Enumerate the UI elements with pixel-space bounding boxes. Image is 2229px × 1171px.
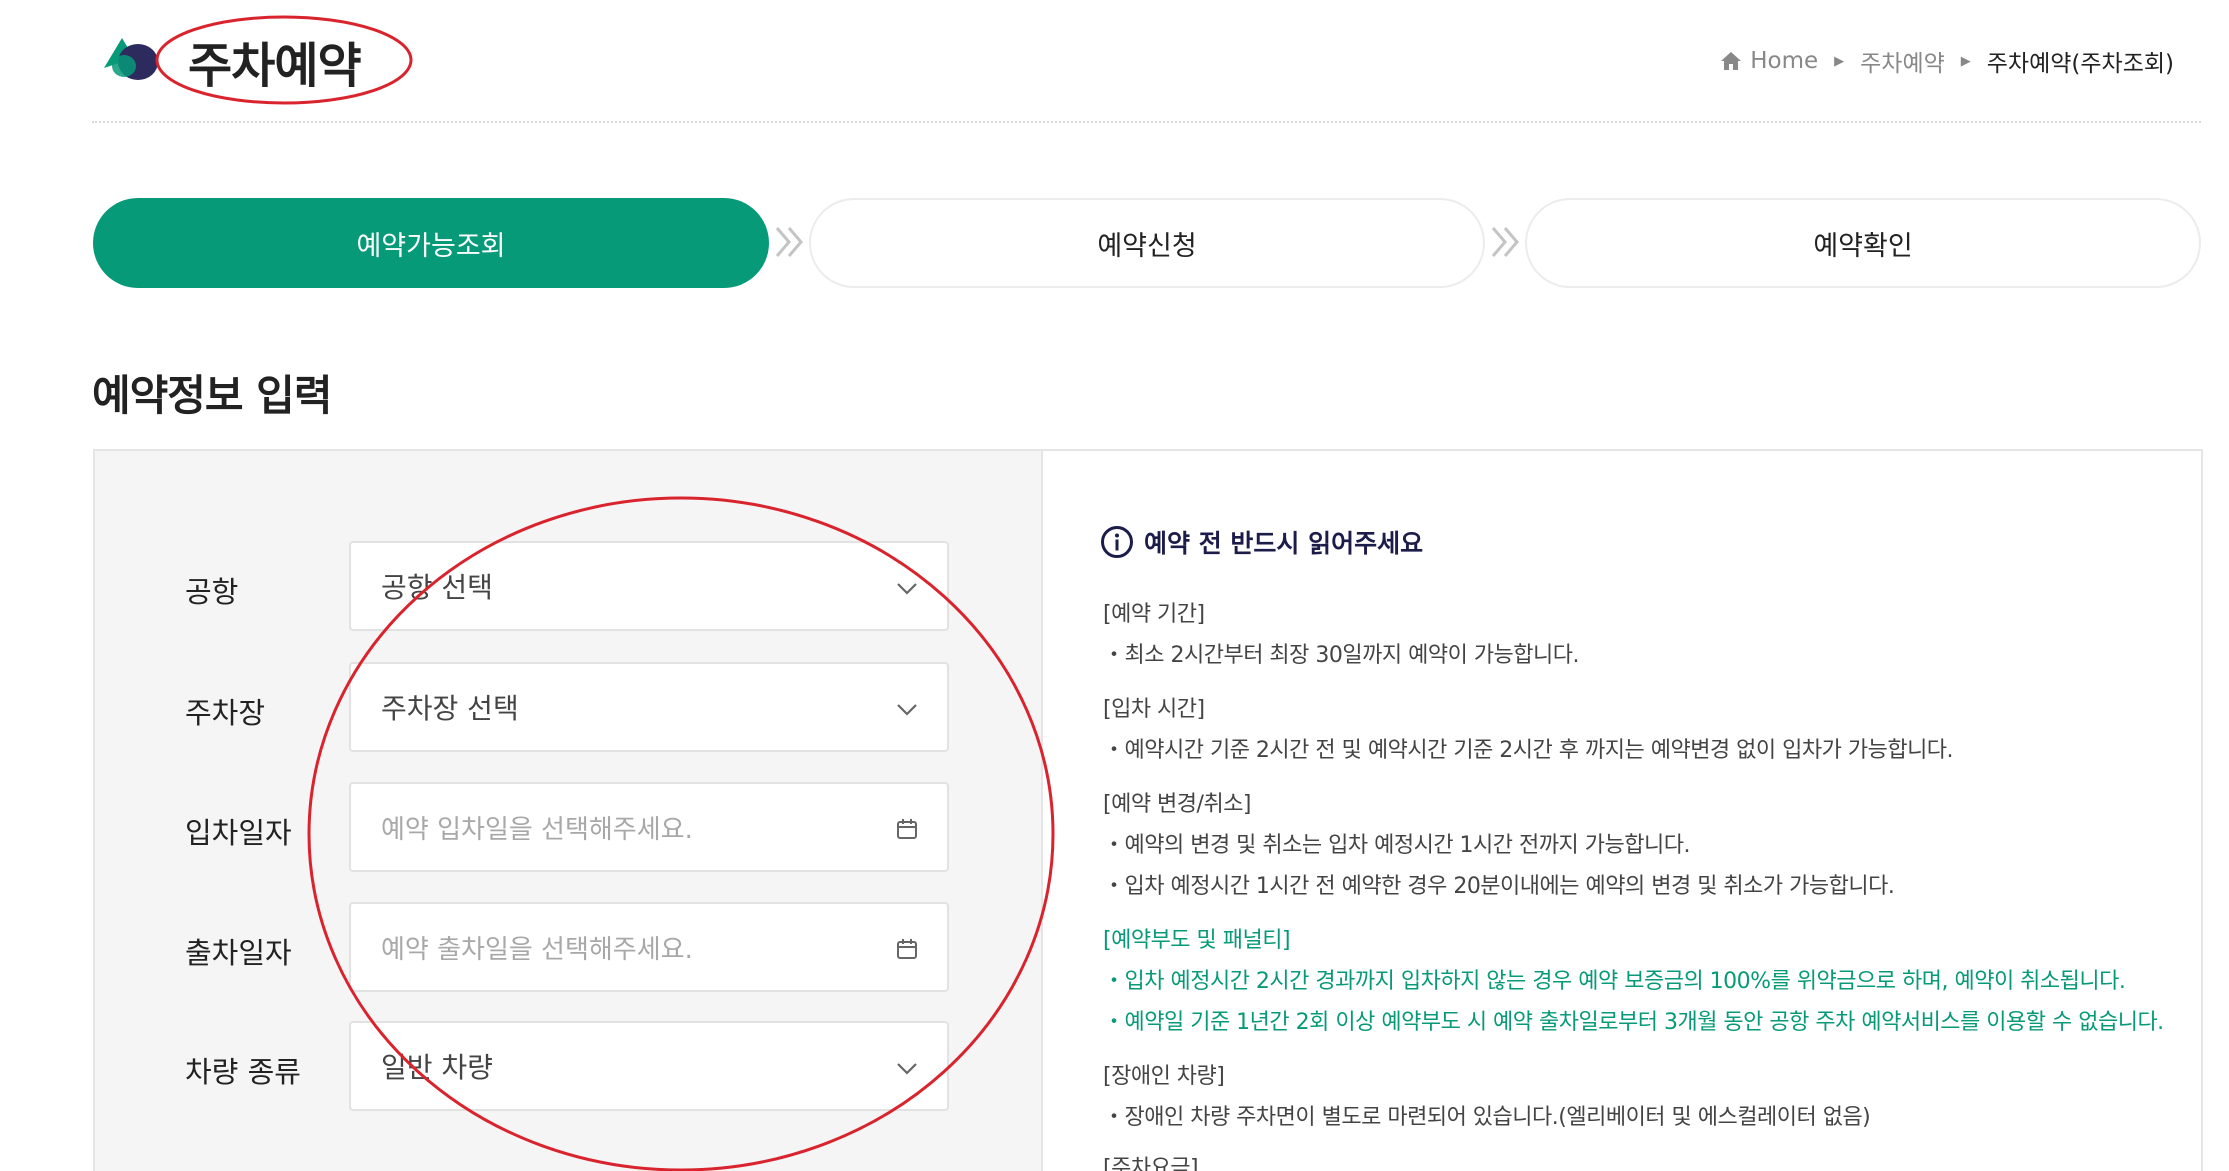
entry-date-placeholder: 예약 입차일을 선택해주세요. (381, 814, 693, 845)
breadcrumb-parking-link[interactable]: 주차예약 (1860, 44, 1945, 78)
breadcrumb: Home ▶ 주차예약 ▶ 주차예약(주차조회) (1720, 44, 2174, 78)
vehicle-type-select-value: 일반 차량 (381, 1051, 493, 1084)
breadcrumb-current: 주차예약(주차조회) (1986, 51, 2174, 77)
vehicle-type-select[interactable]: 일반 차량 (349, 1021, 949, 1111)
header-divider (92, 121, 2201, 123)
step-confirm[interactable]: 예약확인 (1525, 198, 2201, 288)
airport-label: 공항 (185, 575, 239, 609)
notice-item-penalty: ・예약일 기준 1년간 2회 이상 예약부도 시 예약 출차일로부터 3개월 동… (1103, 1010, 2164, 1035)
chevron-down-icon (897, 1063, 917, 1075)
logo-icon (104, 38, 158, 80)
parking-select-value: 주차장 선택 (381, 692, 519, 725)
airport-select-value: 공항 선택 (381, 571, 493, 604)
breadcrumb-separator-icon: ▶ (1834, 53, 1845, 69)
form-row-entry-date: 입차일자 예약 입차일을 선택해주세요. (93, 782, 953, 872)
page-title: 주차예약 (188, 38, 362, 94)
step-apply[interactable]: 예약신청 (809, 198, 1485, 288)
notice-item-penalty: ・입차 예정시간 2시간 경과까지 입차하지 않는 경우 예약 보증금의 100… (1103, 969, 2126, 994)
notice-heading-disabled: [장애인 차량] (1103, 1064, 1225, 1089)
notice-heading-period: [예약 기간] (1103, 602, 1205, 627)
notice-heading-entry-time: [입차 시간] (1103, 697, 1205, 722)
exit-date-placeholder: 예약 출차일을 선택해주세요. (381, 934, 693, 965)
page: 주차예약 Home ▶ 주차예약 ▶ 주차예약(주차조회) 예약가능조회 예약신… (0, 0, 2229, 1171)
entry-date-input[interactable]: 예약 입차일을 선택해주세요. (349, 782, 949, 872)
notice-item: ・장애인 차량 주차면이 별도로 마련되어 있습니다.(엘리베이터 및 에스컬레… (1103, 1105, 1871, 1130)
section-title: 예약정보 입력 (92, 371, 332, 420)
entry-date-label: 입차일자 (185, 816, 292, 850)
home-icon[interactable] (1720, 51, 1742, 71)
double-chevron-icon (1491, 227, 1519, 257)
breadcrumb-separator-icon: ▶ (1960, 53, 1971, 69)
info-icon (1101, 526, 1133, 558)
form-row-exit-date: 출차일자 예약 출차일을 선택해주세요. (93, 902, 953, 992)
step-availability[interactable]: 예약가능조회 (93, 198, 769, 288)
notice-title-text: 예약 전 반드시 읽어주세요 (1144, 529, 1424, 558)
calendar-icon[interactable] (895, 937, 919, 961)
notice-heading-fee: [주차요금] (1103, 1156, 1199, 1171)
notice-title: 예약 전 반드시 읽어주세요 (1100, 524, 1423, 560)
chevron-down-icon (897, 583, 917, 595)
exit-date-label: 출차일자 (185, 936, 292, 970)
form-row-airport: 공항 공항 선택 (93, 541, 953, 631)
double-chevron-icon (775, 227, 803, 257)
parking-select[interactable]: 주차장 선택 (349, 662, 949, 752)
calendar-icon[interactable] (895, 817, 919, 841)
form-row-parking: 주차장 주차장 선택 (93, 662, 953, 752)
breadcrumb-home-link[interactable]: Home (1750, 48, 1818, 74)
notice-heading-penalty: [예약부도 및 패널티] (1103, 928, 1291, 953)
exit-date-input[interactable]: 예약 출차일을 선택해주세요. (349, 902, 949, 992)
parking-label: 주차장 (185, 696, 266, 730)
notice-heading-change-cancel: [예약 변경/취소] (1103, 792, 1252, 817)
notice-item: ・최소 2시간부터 최장 30일까지 예약이 가능합니다. (1103, 643, 1580, 668)
airport-select[interactable]: 공항 선택 (349, 541, 949, 631)
chevron-down-icon (897, 704, 917, 716)
notice-item: ・예약의 변경 및 취소는 입차 예정시간 1시간 전까지 가능합니다. (1103, 833, 1690, 858)
form-row-vehicle-type: 차량 종류 일반 차량 (93, 1021, 953, 1111)
notice-item: ・예약시간 기준 2시간 전 및 예약시간 기준 2시간 후 까지는 예약변경 … (1103, 738, 1954, 763)
vehicle-type-label: 차량 종류 (185, 1055, 301, 1089)
notice-item: ・입차 예정시간 1시간 전 예약한 경우 20분이내에는 예약의 변경 및 취… (1103, 874, 1895, 899)
